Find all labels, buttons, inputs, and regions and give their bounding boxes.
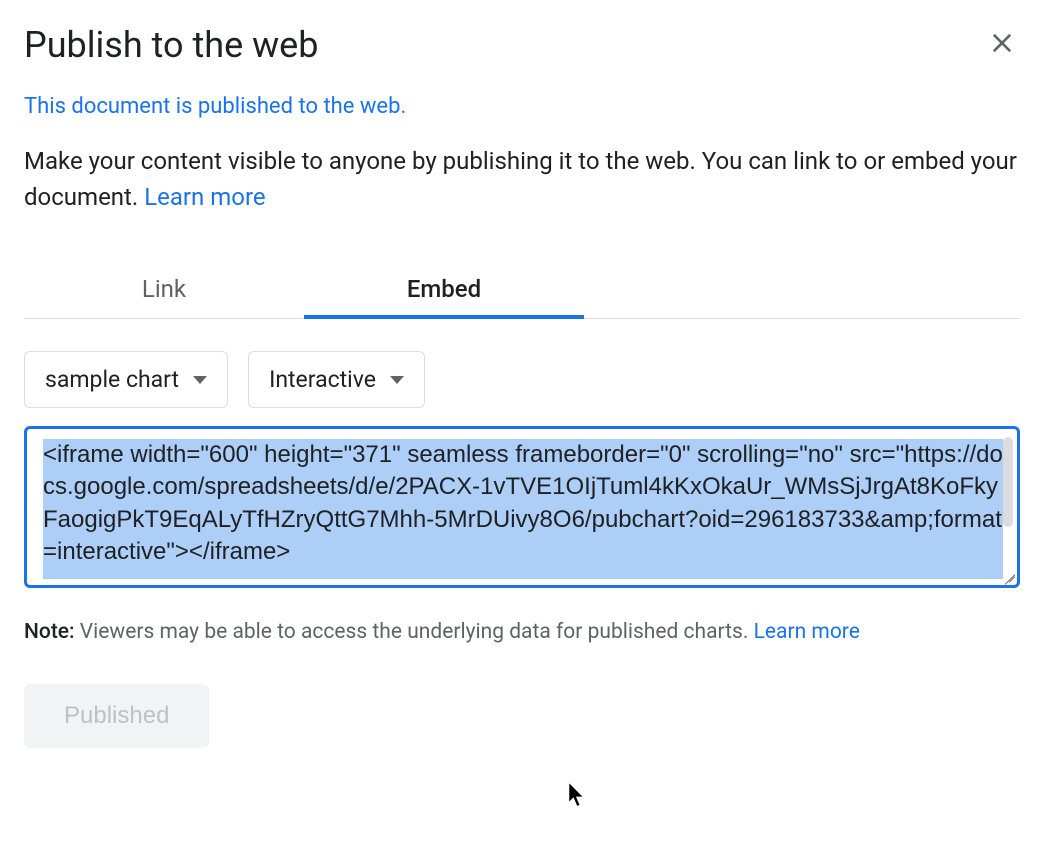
note-learn-more-link[interactable]: Learn more xyxy=(754,620,860,644)
mouse-cursor-icon xyxy=(568,782,588,814)
tab-embed[interactable]: Embed xyxy=(304,263,584,319)
published-notice-link[interactable]: This document is published to the web. xyxy=(24,94,1020,119)
note-label: Note: xyxy=(24,620,75,644)
mode-select-dropdown[interactable]: Interactive xyxy=(248,351,425,408)
published-button[interactable]: Published xyxy=(24,684,209,748)
tab-link[interactable]: Link xyxy=(24,263,304,318)
chart-select-dropdown[interactable]: sample chart xyxy=(24,351,228,408)
scrollbar[interactable] xyxy=(1003,437,1013,527)
note-text: Viewers may be able to access the underl… xyxy=(75,620,754,644)
tabs: Link Embed xyxy=(24,263,1020,319)
embed-code-field[interactable] xyxy=(24,426,1020,588)
caret-down-icon xyxy=(193,376,207,384)
learn-more-link[interactable]: Learn more xyxy=(144,183,265,211)
close-icon xyxy=(988,29,1016,57)
dialog-description: Make your content visible to anyone by p… xyxy=(24,143,1020,215)
chart-select-value: sample chart xyxy=(45,366,179,393)
dropdown-row: sample chart Interactive xyxy=(24,351,1020,408)
caret-down-icon xyxy=(390,376,404,384)
embed-code-textarea[interactable] xyxy=(43,439,1003,579)
dialog-title: Publish to the web xyxy=(24,24,319,66)
mode-select-value: Interactive xyxy=(269,366,376,393)
resize-handle[interactable] xyxy=(997,565,1015,583)
dialog-header: Publish to the web xyxy=(24,24,1020,66)
close-button[interactable] xyxy=(984,25,1020,65)
note-row: Note: Viewers may be able to access the … xyxy=(24,620,1020,644)
